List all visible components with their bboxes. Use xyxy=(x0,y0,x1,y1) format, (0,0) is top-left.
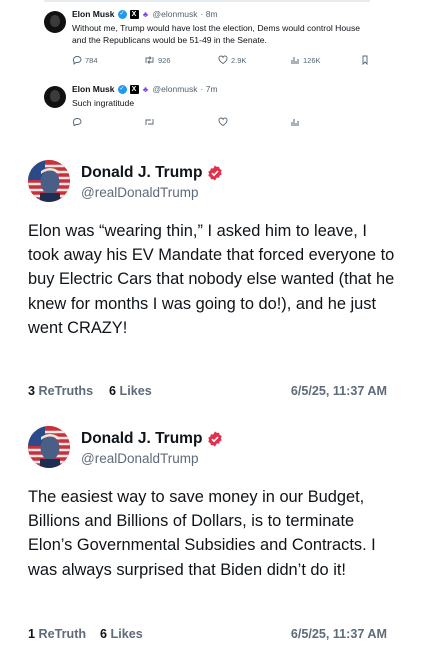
x-tweet-text: Without me, Trump would have lost the el… xyxy=(72,23,361,45)
repost-icon xyxy=(145,56,154,64)
affiliation-icon: ♣ xyxy=(142,85,149,94)
views-chart-icon xyxy=(291,57,299,64)
post-meta: 1 ReTruth 6 Likes 6/5/25, 11:37 AM xyxy=(28,627,387,645)
views-chart-icon xyxy=(291,119,299,126)
verified-icon: ✓ xyxy=(117,85,127,94)
likes-count: 6 xyxy=(109,384,117,398)
verified-icon: ✓ xyxy=(117,10,127,19)
reply-icon xyxy=(72,118,82,126)
retruths-count: 1 xyxy=(28,627,36,641)
x-tweet-header: Elon Musk ✓ X ♣ @elonmusk · 8m xyxy=(72,9,370,20)
x-handle[interactable]: @elonmusk xyxy=(153,9,198,20)
retruths-stat[interactable]: 1 ReTruth xyxy=(28,627,86,641)
likes-count: 6 xyxy=(100,627,108,641)
divider xyxy=(44,0,370,2)
x-tweet-text: Such ingratitude xyxy=(72,98,135,108)
reply-icon xyxy=(72,56,82,65)
x-display-name[interactable]: Elon Musk xyxy=(72,84,115,95)
reply-action[interactable] xyxy=(72,117,82,126)
likes-stat[interactable]: 6 Likes xyxy=(109,384,152,398)
heart-icon xyxy=(218,55,228,65)
likes-label: Likes xyxy=(119,384,152,398)
display-name[interactable]: Donald J. Trump xyxy=(81,430,223,448)
bookmark-icon xyxy=(362,55,368,65)
views-action[interactable]: 126K xyxy=(290,55,321,65)
avatar[interactable] xyxy=(44,86,66,108)
x-logo-icon: X xyxy=(129,10,139,19)
like-count: 2.9K xyxy=(231,55,247,65)
post-text: The easiest way to save money in our Bud… xyxy=(28,488,376,579)
crop-edge xyxy=(44,78,370,84)
repost-action[interactable]: 926 xyxy=(144,55,171,65)
post-timestamp[interactable]: 6/5/25, 11:37 AM xyxy=(291,384,387,398)
x-action-bar: 784 926 2.9K 126K xyxy=(44,55,370,67)
heart-icon xyxy=(218,117,228,126)
x-action-bar-cropped xyxy=(44,117,370,126)
avatar[interactable] xyxy=(44,11,66,33)
views-action[interactable] xyxy=(290,117,300,126)
affiliation-icon: ♣ xyxy=(142,10,149,19)
like-action[interactable]: 2.9K xyxy=(218,55,246,65)
likes-label: Likes xyxy=(110,627,143,641)
x-time: · 7m xyxy=(200,84,218,94)
avatar[interactable] xyxy=(28,160,70,202)
repost-icon xyxy=(145,119,154,125)
verified-badge-icon xyxy=(208,165,223,181)
x-time: · 8m xyxy=(200,9,218,19)
bookmark-action[interactable] xyxy=(362,55,368,65)
x-logo-icon: X xyxy=(129,85,139,94)
post-timestamp[interactable]: 6/5/25, 11:37 AM xyxy=(291,627,387,641)
post-meta: 3 ReTruths 6 Likes 6/5/25, 11:37 AM xyxy=(28,384,387,402)
likes-stat[interactable]: 6 Likes xyxy=(100,627,143,641)
x-handle[interactable]: @elonmusk xyxy=(153,84,198,95)
user-handle[interactable]: @realDonaldTrump xyxy=(81,185,199,200)
retruths-count: 3 xyxy=(28,384,36,398)
display-name-text: Donald J. Trump xyxy=(81,164,203,181)
x-display-name[interactable]: Elon Musk xyxy=(72,9,115,20)
like-action[interactable] xyxy=(218,117,228,126)
repost-action[interactable] xyxy=(144,117,155,126)
retruths-label: ReTruth xyxy=(38,627,87,641)
display-name-text: Donald J. Trump xyxy=(81,430,203,447)
post-text: Elon was “wearing thin,” I asked him to … xyxy=(28,222,395,337)
x-tweet-header: Elon Musk ✓ X ♣ @elonmusk · 7m xyxy=(72,84,370,95)
display-name[interactable]: Donald J. Trump xyxy=(81,164,223,182)
reply-action[interactable]: 784 xyxy=(72,55,98,65)
user-handle[interactable]: @realDonaldTrump xyxy=(81,451,199,466)
reply-count: 784 xyxy=(85,55,98,65)
avatar[interactable] xyxy=(28,426,70,468)
views-count: 126K xyxy=(303,55,321,65)
retruths-label: ReTruths xyxy=(38,384,94,398)
repost-count: 926 xyxy=(158,55,171,65)
embedded-x-screenshot: Elon Musk ✓ X ♣ @elonmusk · 8m Without m… xyxy=(44,0,370,126)
retruths-stat[interactable]: 3 ReTruths xyxy=(28,384,93,398)
verified-badge-icon xyxy=(208,431,223,447)
